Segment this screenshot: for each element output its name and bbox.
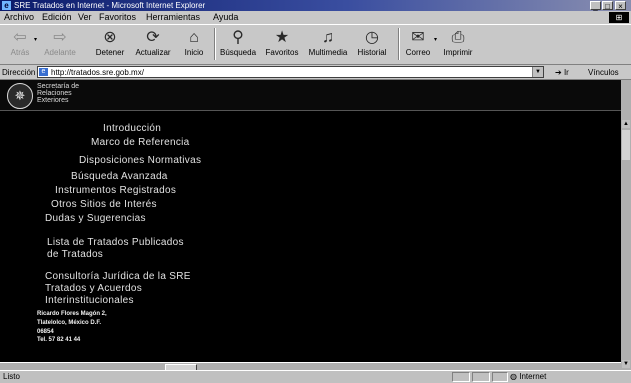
stop-label: Detener xyxy=(95,48,125,57)
print-label: Imprimir xyxy=(443,48,473,57)
close-button[interactable]: × xyxy=(615,1,626,11)
org-line: Secretaría de xyxy=(37,83,80,90)
mail-dropdown-icon[interactable]: ▾ xyxy=(434,36,437,43)
print-button[interactable]: ⎙ Imprimir xyxy=(440,26,476,62)
back-button[interactable]: ⇦ Atrás ▾ xyxy=(6,26,37,62)
menu-ver[interactable]: Ver xyxy=(78,12,92,23)
maximize-button[interactable]: □ xyxy=(602,1,613,11)
mail-label: Correo xyxy=(405,48,431,57)
page-content: ✵ Secretaría de Relaciones Exteriores In… xyxy=(0,80,621,364)
window-title: SRE Tratados en Internet - Microsoft Int… xyxy=(14,1,206,10)
go-label: Ir xyxy=(563,68,569,77)
favorites-button[interactable]: ★ Favoritos xyxy=(262,26,302,62)
home-button[interactable]: ⌂ Inicio xyxy=(180,26,208,62)
menu-edicion[interactable]: Edición xyxy=(42,12,72,23)
org-name: Secretaría de Relaciones Exteriores xyxy=(37,83,79,104)
back-arrow-icon: ⇦ xyxy=(13,29,27,46)
menu-bar: Archivo Edición Ver Favoritos Herramient… xyxy=(0,11,631,24)
nav-dudas[interactable]: Dudas y Sugerencias xyxy=(45,213,146,225)
nav-consultoria[interactable]: Consultoría Jurídica de la SRE xyxy=(45,271,191,283)
history-icon: ◷ xyxy=(365,29,379,46)
links-button[interactable]: Vínculos xyxy=(588,67,619,78)
scroll-down-icon[interactable]: ▼ xyxy=(622,360,630,368)
status-pane xyxy=(452,372,470,382)
forward-arrow-icon: ⇨ xyxy=(53,29,67,46)
nav-lista-tratados-cont[interactable]: de Tratados xyxy=(47,249,103,261)
minimize-button[interactable]: _ xyxy=(590,1,601,11)
address-dropdown-icon[interactable]: ▼ xyxy=(532,67,543,77)
menu-favoritos[interactable]: Favoritos xyxy=(99,12,136,23)
back-dropdown-icon[interactable]: ▾ xyxy=(34,36,37,43)
back-label: Atrás xyxy=(10,48,30,57)
print-icon: ⎙ xyxy=(451,29,465,46)
home-icon: ⌂ xyxy=(189,29,199,46)
address-bar: Dirección e http://tratados.sre.gob.mx/ … xyxy=(0,65,631,80)
mail-button[interactable]: ✉ Correo ▾ xyxy=(402,26,437,62)
toolbar-separator xyxy=(398,28,400,60)
address-value: http://tratados.sre.gob.mx/ xyxy=(51,68,144,77)
media-label: Multimedia xyxy=(308,48,348,57)
status-text: Listo xyxy=(3,372,20,381)
status-pane xyxy=(472,372,490,382)
vertical-scrollbar[interactable]: ▲ ▼ xyxy=(621,80,631,370)
org-line: Relaciones xyxy=(37,90,72,97)
nav-otros-sitios[interactable]: Otros Sitios de Interés xyxy=(51,199,157,211)
forward-button[interactable]: ⇨ Adelante xyxy=(40,26,80,62)
nav-disposiciones[interactable]: Disposiciones Normativas xyxy=(79,155,201,167)
search-button[interactable]: ⚲ Búsqueda xyxy=(218,26,258,62)
status-pane xyxy=(492,372,508,382)
search-icon: ⚲ xyxy=(232,29,244,46)
nav-lista-tratados[interactable]: Lista de Tratados Publicados xyxy=(47,237,184,249)
history-label: Historial xyxy=(357,48,387,57)
title-bar: e SRE Tratados en Internet - Microsoft I… xyxy=(0,0,631,11)
media-icon: ♫ xyxy=(322,29,334,46)
page-header: ✵ Secretaría de Relaciones Exteriores xyxy=(0,80,621,111)
refresh-button[interactable]: ⟳ Actualizar xyxy=(132,26,174,62)
zone-label: Internet xyxy=(519,372,547,381)
scroll-up-icon[interactable]: ▲ xyxy=(622,120,630,128)
refresh-label: Actualizar xyxy=(135,48,171,57)
home-label: Inicio xyxy=(184,48,204,57)
contact-phone: Tel. 57 82 41 44 xyxy=(37,337,81,343)
nav-busqueda-avanzada[interactable]: Búsqueda Avanzada xyxy=(71,171,168,183)
go-button[interactable]: ➔ Ir xyxy=(555,67,569,78)
nav-tratados-acuerdos[interactable]: Tratados y Acuerdos xyxy=(45,283,142,295)
search-label: Búsqueda xyxy=(219,48,257,57)
ie-logo-icon: e xyxy=(2,1,11,10)
mail-icon: ✉ xyxy=(411,29,425,46)
address-input[interactable]: e http://tratados.sre.gob.mx/ ▼ xyxy=(37,66,544,78)
contact-address-line: 06854 xyxy=(37,329,54,335)
media-button[interactable]: ♫ Multimedia xyxy=(306,26,350,62)
nav-interinstitucionales[interactable]: Interinstitucionales xyxy=(45,295,134,307)
contact-address-line: Tlatelolco, México D.F. xyxy=(37,320,102,326)
address-label: Dirección xyxy=(2,68,36,77)
page-icon: e xyxy=(39,68,48,76)
go-arrow-icon: ➔ xyxy=(555,68,562,77)
globe-icon: ◍ xyxy=(510,372,517,381)
security-zone: ◍ Internet xyxy=(510,372,546,382)
nav-marco-referencia[interactable]: Marco de Referencia xyxy=(91,137,190,149)
toolbar: ⇦ Atrás ▾ ⇨ Adelante ⊗ Detener ⟳ Actuali… xyxy=(0,24,631,65)
refresh-icon: ⟳ xyxy=(146,29,160,46)
vertical-scroll-thumb[interactable] xyxy=(622,130,630,160)
menu-herramientas[interactable]: Herramientas xyxy=(146,12,200,23)
mexico-seal-icon: ✵ xyxy=(7,83,33,109)
windows-logo-icon: ⊞ xyxy=(609,12,629,23)
menu-archivo[interactable]: Archivo xyxy=(4,12,34,23)
contact-address-line: Ricardo Flores Magón 2, xyxy=(37,311,107,317)
favorites-label: Favoritos xyxy=(265,48,299,57)
history-button[interactable]: ◷ Historial xyxy=(352,26,392,62)
favorites-icon: ★ xyxy=(274,29,290,46)
nav-introduccion[interactable]: Introducción xyxy=(103,123,161,135)
stop-icon: ⊗ xyxy=(103,29,117,46)
stop-button[interactable]: ⊗ Detener xyxy=(92,26,128,62)
nav-instrumentos[interactable]: Instrumentos Registrados xyxy=(55,185,176,197)
menu-ayuda[interactable]: Ayuda xyxy=(213,12,238,23)
status-bar: Listo ◍ Internet xyxy=(0,370,631,383)
toolbar-separator xyxy=(214,28,216,60)
org-line: Exteriores xyxy=(37,97,69,104)
forward-label: Adelante xyxy=(44,48,76,57)
